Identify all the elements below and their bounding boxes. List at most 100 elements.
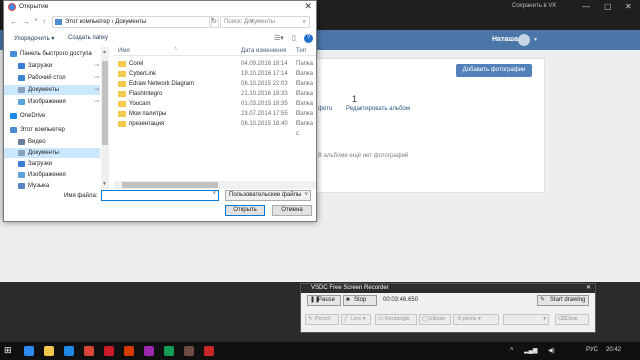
file-row[interactable]: Corel 04.09.2016 18:14 Папка с <box>114 59 316 77</box>
clock[interactable]: 20:42 <box>606 347 621 353</box>
onedrive-icon <box>10 113 17 119</box>
sidebar-item[interactable]: Музыка <box>4 181 100 189</box>
pause-button[interactable]: ❚❚ Pause <box>307 295 341 306</box>
file-row[interactable]: CyberLink 19.10.2016 17:14 Папка с <box>114 69 316 87</box>
screen-recorder-window: VSDC Free Screen Recorder ✕ ❚❚ Pause ■ Sto… <box>300 283 596 333</box>
rectangle-tool[interactable]: ▭ Rectangle <box>375 314 417 325</box>
cancel-button[interactable]: Отмена <box>272 205 312 216</box>
maximize-icon[interactable]: ▢ <box>604 2 612 11</box>
scrollbar-thumb[interactable] <box>102 61 108 145</box>
chrome-icon <box>8 3 16 11</box>
volume-icon[interactable]: ◀) <box>548 347 555 354</box>
file-list: Имя ˄ Дата изменения Тип Corel 04.09.2016… <box>114 46 316 189</box>
breadcrumb-current[interactable]: Документы <box>115 19 146 25</box>
sidebar-item[interactable]: OneDrive <box>4 111 100 121</box>
chrome-icon[interactable] <box>164 346 174 356</box>
pencil-tool[interactable]: ✎ Pencil <box>305 314 339 325</box>
column-type[interactable]: Тип <box>296 46 306 56</box>
chevron-down-icon[interactable]: ˅ <box>304 191 308 200</box>
chrome-icon[interactable] <box>84 346 94 356</box>
file-list-hscrollbar[interactable] <box>114 181 316 189</box>
breadcrumb-root[interactable]: Этот компьютер <box>65 19 110 25</box>
ie-icon[interactable] <box>24 346 34 356</box>
navigation-scrollbar[interactable]: ▲ ▼ <box>101 47 109 189</box>
edit-album-link[interactable]: Редактировать альбом <box>346 106 410 112</box>
pause-label: Pause <box>318 297 336 303</box>
column-date[interactable]: Дата изменения <box>241 46 286 56</box>
sidebar-item[interactable]: Документы ⊸ <box>4 85 100 95</box>
new-folder-button[interactable]: Создать папку <box>68 35 108 41</box>
file-row[interactable]: Мои палитры 23.07.2014 17:55 Папка с <box>114 109 316 127</box>
add-photos-button[interactable]: Добавить фотографии <box>456 64 532 77</box>
tray-chevron-icon[interactable]: ˄ <box>510 347 514 353</box>
file-row[interactable]: FlashIntegro 21.10.2016 19:33 Папка с <box>114 89 316 107</box>
address-bar[interactable]: Этот компьютер › Документы ˅ <box>52 16 254 28</box>
photos-tab[interactable]: фото <box>318 106 332 112</box>
scroll-down-icon[interactable]: ▼ <box>102 181 107 187</box>
avatar[interactable] <box>518 34 530 46</box>
browser-tab-text[interactable]: Сохранить в VK <box>512 3 556 9</box>
stop-button[interactable]: ■ Stop <box>343 295 377 306</box>
filetype-select[interactable]: Пользовательские файлы ˅ <box>225 190 311 201</box>
chevron-down-icon[interactable]: ▾ <box>534 36 537 43</box>
scroll-up-icon[interactable]: ▲ <box>102 49 107 55</box>
office-icon[interactable] <box>124 346 134 356</box>
chevron-down-icon[interactable]: ▾ <box>543 315 546 324</box>
sidebar-item[interactable]: Загрузки <box>4 159 100 169</box>
sidebar-item-label: Изображения <box>28 172 66 178</box>
sidebar-item[interactable]: Панель быстрого доступа <box>4 49 100 59</box>
media-icon[interactable] <box>144 346 154 356</box>
stroke-width-select[interactable]: 8 pixels ▾ <box>453 314 499 325</box>
start-drawing-button[interactable]: ✎ Start drawing <box>537 295 589 306</box>
scrollbar-thumb[interactable] <box>122 182 218 188</box>
store-icon[interactable] <box>64 346 74 356</box>
sidebar-item[interactable]: Загрузки ⊸ <box>4 61 100 71</box>
organize-button[interactable]: Упорядочить ▾ <box>14 35 54 42</box>
pin-icon[interactable]: ⊸ <box>94 61 99 71</box>
folder-icon[interactable] <box>44 346 54 356</box>
minimize-icon[interactable]: — <box>582 2 590 11</box>
help-icon[interactable]: ? <box>304 34 313 43</box>
opera-icon[interactable] <box>104 346 114 356</box>
pin-icon[interactable]: ⊸ <box>94 85 99 95</box>
chevron-down-icon[interactable]: ˅ <box>34 18 38 24</box>
open-button[interactable]: Открыть <box>225 205 265 216</box>
video-editor-icon[interactable] <box>184 346 194 356</box>
forward-arrow-icon[interactable]: → <box>22 17 30 26</box>
folder-icon <box>118 101 126 107</box>
documents-icon <box>18 87 25 93</box>
close-icon[interactable]: ✕ <box>586 284 591 293</box>
search-input[interactable]: Поиск: Документы ⌕ <box>220 16 310 28</box>
file-row[interactable]: презентация 06.10.2015 18:40 Папка с <box>114 119 316 137</box>
view-options-icon[interactable]: ☰▾ <box>274 34 284 42</box>
file-row[interactable]: Edraw Network Diagram 06.10.2015 22:03 Пап… <box>114 79 316 97</box>
color-select[interactable]: ▾ <box>503 314 549 325</box>
sidebar-item[interactable]: Изображения <box>4 170 100 180</box>
up-arrow-icon[interactable]: ↑ <box>42 17 46 26</box>
sidebar-item[interactable]: Рабочий стол ⊸ <box>4 73 100 83</box>
sort-arrow-icon: ˄ <box>174 46 177 52</box>
close-icon[interactable]: ✕ <box>625 2 632 11</box>
back-arrow-icon[interactable]: ← <box>10 17 18 26</box>
filename-input[interactable]: ˅ <box>101 190 219 201</box>
file-row[interactable]: Youcam 01.03.2015 18:35 Папка с <box>114 99 316 117</box>
close-icon[interactable]: ✕ <box>304 1 312 12</box>
clear-button[interactable]: ⌫ Clear <box>555 314 589 325</box>
sidebar-item[interactable]: Этот компьютер <box>4 125 100 135</box>
recorder-icon[interactable] <box>204 346 214 356</box>
ellipse-tool[interactable]: ◯ Ellipse <box>419 314 451 325</box>
windows-start-icon[interactable]: ⊞ <box>4 345 14 355</box>
pin-icon[interactable]: ⊸ <box>94 73 99 83</box>
network-icon[interactable]: ▂▄▆ <box>524 347 537 354</box>
sidebar-item[interactable]: Изображения ⊸ <box>4 97 100 107</box>
chevron-down-icon[interactable]: ˅ <box>212 191 216 197</box>
preview-pane-icon[interactable]: ▯ <box>292 34 296 42</box>
refresh-icon[interactable]: ↻ <box>209 16 219 28</box>
language-indicator[interactable]: РУС <box>586 347 598 353</box>
sidebar-item[interactable]: Видео <box>4 137 100 147</box>
user-name[interactable]: Наташа <box>492 36 518 43</box>
column-name[interactable]: Имя <box>118 46 130 56</box>
line-tool[interactable]: ╱ Line ▾ <box>341 314 371 325</box>
pin-icon[interactable]: ⊸ <box>94 97 99 107</box>
sidebar-item[interactable]: Документы <box>4 148 100 158</box>
